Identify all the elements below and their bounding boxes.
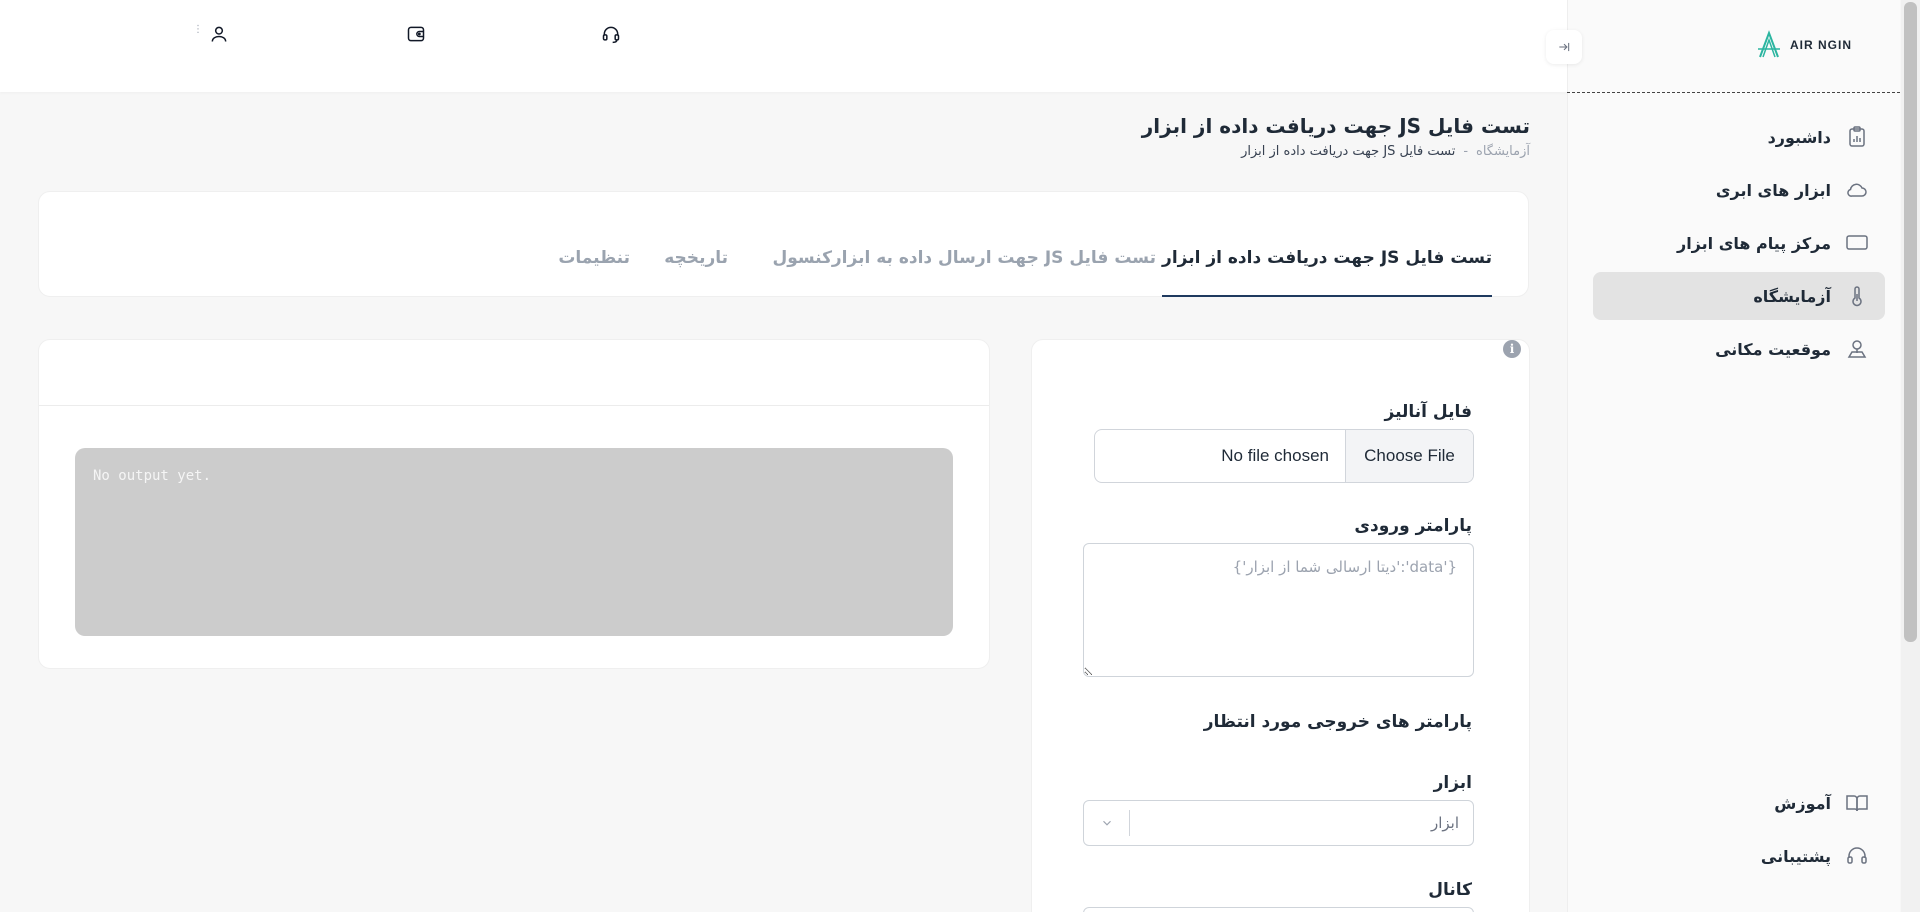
- logo-text: AIR NGIN: [1790, 38, 1852, 52]
- sidebar-collapse-button[interactable]: [1546, 30, 1582, 64]
- sidebar-item-label: موقعیت مکانی: [1715, 339, 1831, 359]
- test-form-panel: فایل آنالیز No file chosen Choose File پ…: [1031, 339, 1530, 912]
- breadcrumb-root-link[interactable]: آزمایشگاه: [1476, 144, 1530, 159]
- location-pin-icon: [1847, 340, 1867, 358]
- airngin-logo-icon: [1758, 30, 1780, 58]
- output-panel: No output yet.: [38, 339, 990, 669]
- sidebar-item-label: داشبورد: [1767, 127, 1831, 147]
- dashboard-clipboard-icon: [1849, 126, 1865, 147]
- book-icon: [1846, 795, 1868, 812]
- sidebar-item-dashboard[interactable]: داشبورد: [1593, 113, 1885, 161]
- page-scrollbar[interactable]: [1901, 0, 1920, 912]
- sidebar-item-label: ابزار های ابری: [1715, 180, 1831, 200]
- sidebar-item-support[interactable]: پشتیبانی: [1593, 832, 1885, 880]
- tabs-card: تست فایل JS جهت دریافت داده از ابزار تست…: [38, 191, 1529, 297]
- chevron-down-icon: [1084, 810, 1130, 836]
- tab-send-data-test[interactable]: تست فایل JS جهت ارسال داده به ابزار: [832, 248, 1156, 297]
- message-icon: [1846, 235, 1868, 250]
- sidebar-item-location[interactable]: موقعیت مکانی: [1593, 325, 1885, 373]
- tab-receive-data-test[interactable]: تست فایل JS جهت دریافت داده از ابزار: [1162, 248, 1492, 297]
- sidebar-item-label: آموزش: [1774, 793, 1831, 813]
- page-title: تست فایل JS جهت دریافت داده از ابزار: [1141, 114, 1530, 138]
- tool-select[interactable]: ابزار: [1083, 800, 1474, 846]
- analysis-file-label: فایل آنالیز: [1384, 402, 1472, 422]
- sidebar-item-label: آزمایشگاه: [1753, 286, 1831, 306]
- output-console: No output yet.: [75, 448, 953, 636]
- breadcrumb: آزمایشگاه - تست فایل JS جهت دریافت داده …: [1241, 144, 1530, 159]
- tool-label: ابزار: [1433, 773, 1472, 793]
- tool-select-placeholder: ابزار: [1430, 814, 1459, 832]
- channel-select[interactable]: [1083, 907, 1474, 912]
- analysis-file-input[interactable]: No file chosen Choose File: [1094, 429, 1474, 483]
- input-parameter-label: پارامتر ورودی: [1354, 516, 1472, 536]
- breadcrumb-separator: -: [1463, 144, 1469, 159]
- sidebar-nav: داشبورد ابزار های ابری مرکز پیام های ابز…: [1593, 113, 1885, 378]
- expected-output-heading: پارامتر های خروجی مورد انتظار: [1203, 712, 1472, 732]
- user-icon[interactable]: [209, 24, 229, 44]
- sidebar-item-label: مرکز پیام های ابزار: [1676, 233, 1831, 253]
- choose-file-button[interactable]: Choose File: [1345, 430, 1473, 482]
- arrow-to-right-icon: [1559, 42, 1570, 52]
- tab-settings[interactable]: تنظیمات: [558, 248, 630, 297]
- cloud-icon: [1847, 183, 1867, 197]
- top-bar: ⋮: [0, 0, 1567, 92]
- channel-label: کانال: [1428, 880, 1472, 900]
- info-icon[interactable]: i: [1503, 340, 1521, 358]
- output-panel-divider: [39, 405, 989, 406]
- support-headset-icon[interactable]: [601, 24, 621, 44]
- thermometer-icon: [1852, 286, 1862, 307]
- sidebar-item-tutorial[interactable]: آموزش: [1593, 779, 1885, 827]
- more-vertical-icon[interactable]: ⋮: [193, 25, 203, 40]
- file-status: No file chosen: [1221, 446, 1329, 465]
- input-parameter-field[interactable]: [1083, 543, 1474, 677]
- logo[interactable]: AIR NGIN: [1754, 30, 1852, 60]
- sidebar-item-message-center[interactable]: مرکز پیام های ابزار: [1593, 219, 1885, 267]
- headset-icon: [1847, 847, 1867, 864]
- tab-history[interactable]: تاریخچه: [664, 248, 728, 297]
- wallet-icon[interactable]: [406, 24, 426, 44]
- breadcrumb-current: تست فایل JS جهت دریافت داده از ابزار: [1241, 144, 1456, 159]
- sidebar-item-cloud-tools[interactable]: ابزار های ابری: [1593, 166, 1885, 214]
- scrollbar-thumb[interactable]: [1904, 2, 1917, 642]
- sidebar-bottom-nav: آموزش پشتیبانی: [1593, 779, 1885, 885]
- sidebar-divider: [1567, 92, 1900, 93]
- sidebar-item-label: پشتیبانی: [1760, 846, 1831, 866]
- tab-console[interactable]: کنسول: [772, 248, 832, 297]
- sidebar-item-lab[interactable]: آزمایشگاه: [1593, 272, 1885, 320]
